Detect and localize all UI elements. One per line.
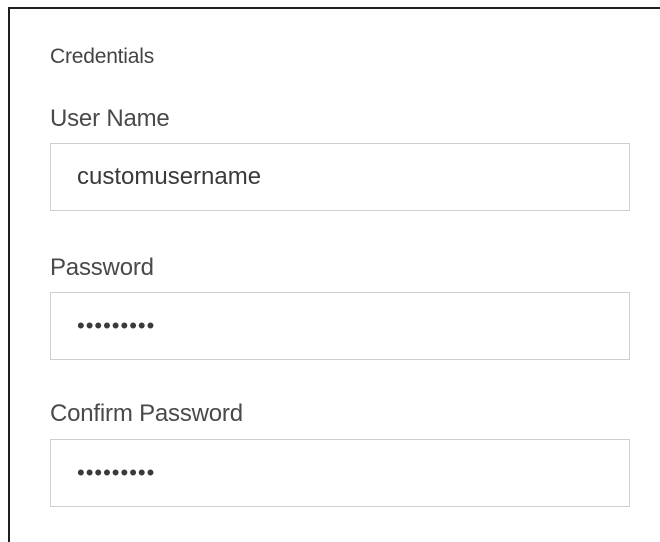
password-label: Password [50,254,154,281]
confirm-password-input[interactable] [50,439,630,507]
credentials-panel: Credentials User Name Password Confirm P… [8,7,660,542]
section-title: Credentials [50,45,155,68]
username-input[interactable] [50,143,630,211]
username-label: User Name [50,105,170,132]
confirm-password-label: Confirm Password [50,400,243,427]
password-input[interactable] [50,292,630,360]
